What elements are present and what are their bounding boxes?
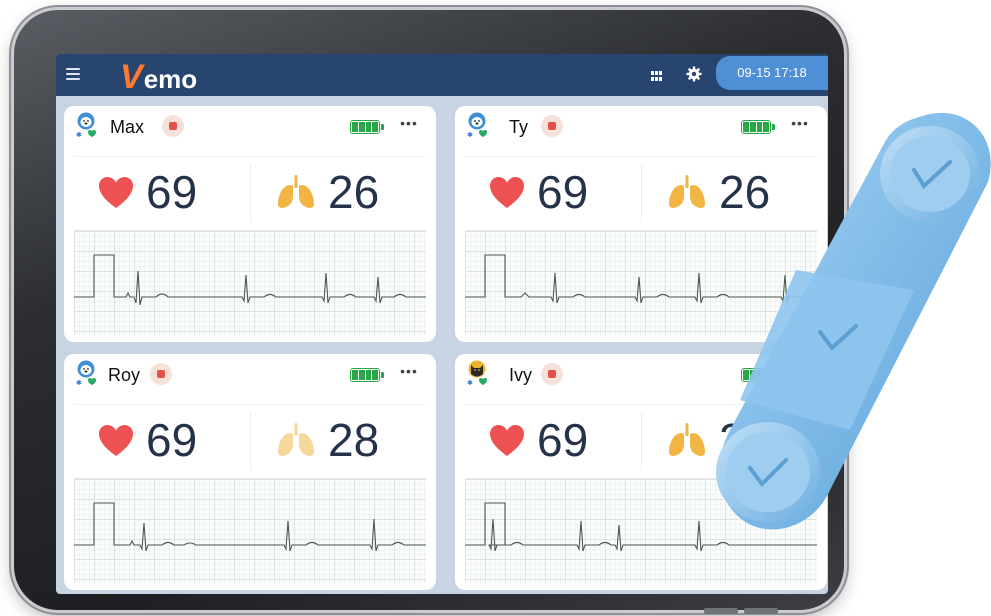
wearable-sensor-patch — [716, 112, 991, 530]
resp-rate-value: 26 — [328, 166, 380, 218]
battery-icon — [350, 120, 384, 134]
patient-card-max[interactable]: ✱ Max ••• 69 26 — [64, 106, 436, 342]
heart-icon — [490, 177, 524, 208]
patient-name: Ty — [509, 117, 529, 137]
cat-avatar-icon: ✱ — [467, 360, 487, 386]
svg-text:✱: ✱ — [76, 131, 82, 138]
lungs-icon — [278, 423, 314, 456]
dog-avatar-icon: ✱ — [467, 112, 487, 138]
dog-avatar-icon: ✱ — [76, 112, 96, 138]
svg-text:✱: ✱ — [76, 379, 82, 386]
battery-icon — [350, 368, 384, 382]
gear-icon[interactable] — [686, 66, 702, 82]
heart-rate-value: 69 — [537, 414, 589, 466]
logo-initial: V — [120, 58, 143, 96]
tablet-side-button — [704, 608, 738, 614]
divider — [74, 156, 426, 157]
stop-recording-button[interactable] — [162, 115, 184, 137]
stop-recording-button[interactable] — [150, 363, 172, 385]
logo-text: emo — [143, 64, 198, 94]
dog-avatar-icon: ✱ — [76, 360, 96, 386]
heart-icon — [99, 177, 133, 208]
heart-rate-value: 69 — [146, 166, 198, 218]
ecg-waveform — [74, 478, 426, 583]
divider — [74, 404, 426, 405]
heart-rate-value: 69 — [537, 166, 589, 218]
lungs-icon — [278, 175, 314, 208]
app-logo: V emo — [120, 58, 197, 94]
vitals-divider — [250, 164, 251, 222]
patient-name: Ivy — [509, 365, 533, 385]
resp-rate-value: 28 — [328, 414, 380, 466]
tablet-side-button — [744, 608, 778, 614]
svg-text:✱: ✱ — [467, 131, 473, 138]
svg-text:✱: ✱ — [467, 379, 473, 386]
vitals-divider — [641, 164, 642, 222]
card-header: ✱ Max ••• — [64, 106, 436, 148]
heart-rate-value: 69 — [146, 414, 198, 466]
ecg-waveform — [74, 230, 426, 335]
vitals-divider — [250, 412, 251, 470]
patient-name: Max — [110, 117, 145, 137]
more-icon[interactable]: ••• — [400, 364, 418, 382]
patient-name: Roy — [108, 365, 141, 385]
more-icon[interactable]: ••• — [400, 116, 418, 134]
heart-icon — [490, 425, 524, 456]
vitals-divider — [641, 412, 642, 470]
stop-recording-button[interactable] — [541, 115, 563, 137]
top-bar: V emo 09-15 17:18 — [56, 54, 828, 96]
card-header: ✱ Roy ••• — [64, 354, 436, 396]
patient-card-roy[interactable]: ✱ Roy ••• 69 28 — [64, 354, 436, 590]
vitals-row: 69 28 — [64, 406, 436, 476]
datetime-display[interactable]: 09-15 17:18 — [716, 56, 828, 90]
stop-recording-button[interactable] — [541, 363, 563, 385]
heart-icon — [99, 425, 133, 456]
vitals-row: 69 26 — [64, 158, 436, 228]
menu-icon[interactable] — [66, 68, 80, 80]
grid-icon[interactable] — [651, 71, 663, 81]
